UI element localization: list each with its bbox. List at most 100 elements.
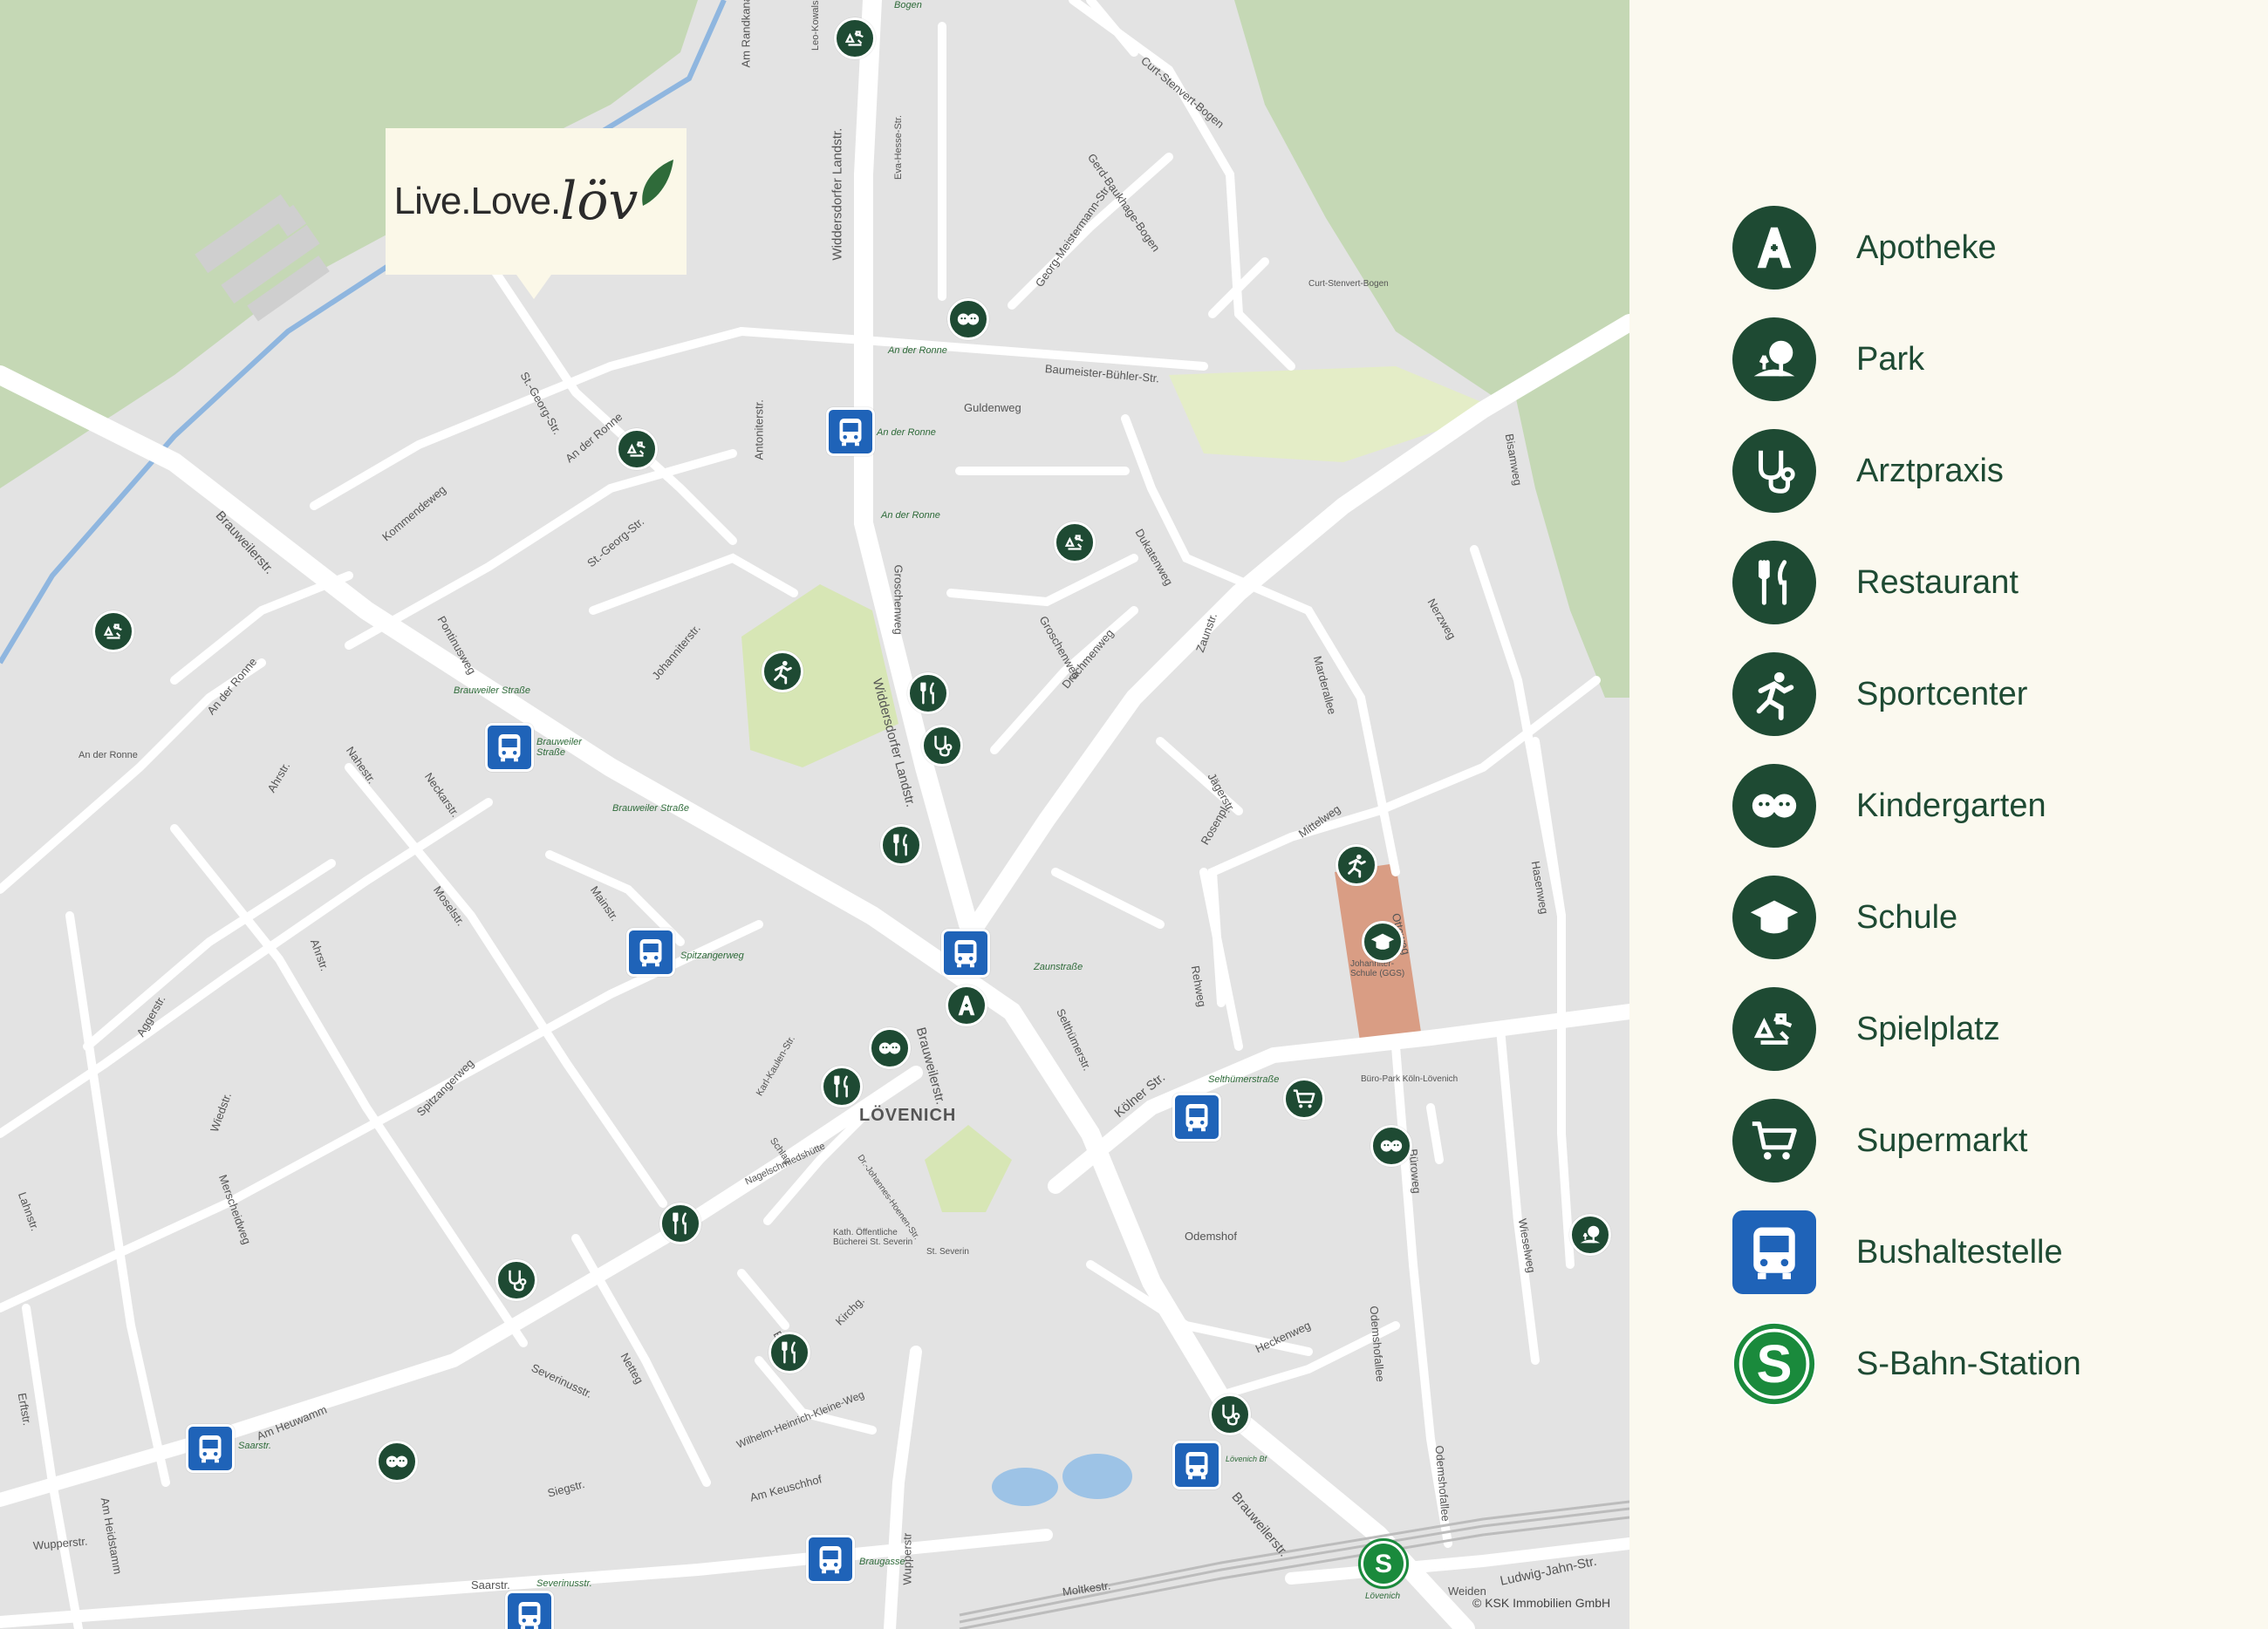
kindergarten-marker[interactable] bbox=[947, 298, 989, 340]
street-label: Bogen bbox=[894, 0, 922, 10]
playground-marker[interactable] bbox=[616, 428, 658, 470]
children-icon bbox=[386, 1455, 408, 1468]
bus-icon bbox=[1732, 1210, 1816, 1294]
bus-icon bbox=[839, 419, 862, 446]
logo-text: Live.Love. bbox=[393, 180, 562, 222]
supermarkt-marker[interactable] bbox=[1283, 1078, 1325, 1120]
cutlery-icon bbox=[834, 1075, 848, 1098]
stop-label: Brauweiler Straße bbox=[454, 685, 531, 696]
green-strip-middle bbox=[925, 1125, 1012, 1212]
street-label: Eva-Hesse-Str. bbox=[893, 115, 904, 180]
kindergarten-marker[interactable] bbox=[869, 1027, 911, 1069]
bus-stop-marker[interactable] bbox=[186, 1424, 235, 1473]
bus-icon bbox=[199, 1435, 222, 1463]
runner-icon bbox=[774, 660, 792, 685]
bus-icon bbox=[1185, 1452, 1208, 1480]
sbahn-station-marker[interactable]: S bbox=[1358, 1538, 1409, 1589]
bus-stop-marker[interactable] bbox=[1172, 1441, 1221, 1489]
legend-label: Kindergarten bbox=[1856, 787, 2046, 824]
graduation-cap-icon bbox=[1732, 876, 1816, 959]
pond-2 bbox=[1062, 1454, 1132, 1499]
kindergarten-marker[interactable] bbox=[376, 1441, 418, 1482]
legend-label: Spielplatz bbox=[1856, 1010, 2000, 1047]
pharmacy-icon bbox=[1732, 206, 1816, 290]
sbahn-icon: S bbox=[1363, 1544, 1404, 1584]
stop-label: Spitzangerweg bbox=[680, 951, 744, 961]
bus-stop-marker[interactable] bbox=[941, 929, 990, 978]
legend-item-apotheke: Apotheke bbox=[1732, 206, 1997, 290]
children-icon bbox=[878, 1042, 901, 1054]
sportcenter-marker[interactable] bbox=[1336, 844, 1377, 886]
restaurant-marker[interactable] bbox=[659, 1203, 701, 1244]
legend-item-schule: Schule bbox=[1732, 876, 1957, 959]
playground-icon bbox=[844, 31, 864, 46]
legend-item-park: Park bbox=[1732, 317, 1924, 401]
legend-label: Restaurant bbox=[1856, 563, 2019, 601]
stop-label: Braugasse bbox=[859, 1557, 905, 1567]
kindergarten-marker[interactable] bbox=[1370, 1125, 1412, 1167]
stop-label: Brauweiler Straße bbox=[536, 737, 582, 758]
cutlery-icon bbox=[673, 1212, 687, 1235]
schule-marker[interactable] bbox=[1362, 921, 1404, 963]
legend-item-bushaltestelle: Bushaltestelle bbox=[1732, 1210, 2063, 1294]
street-label: Groschenweg bbox=[891, 564, 905, 635]
playground-icon bbox=[103, 624, 122, 639]
bus-stop-marker[interactable] bbox=[1172, 1093, 1221, 1142]
restaurant-marker[interactable] bbox=[769, 1332, 810, 1373]
railway bbox=[959, 1500, 1629, 1629]
bus-stop-marker[interactable] bbox=[485, 723, 534, 772]
stop-label: An der Ronne bbox=[888, 345, 947, 356]
playground-marker[interactable] bbox=[92, 610, 134, 652]
street-label: Büro-Park Köln-Lövenich bbox=[1361, 1074, 1458, 1084]
legend-item-restaurant: Restaurant bbox=[1732, 541, 2019, 624]
shopping-cart-icon bbox=[1293, 1089, 1315, 1108]
cutlery-icon bbox=[782, 1341, 796, 1364]
sbahn-icon: S bbox=[1732, 1322, 1816, 1406]
children-icon bbox=[1732, 764, 1816, 848]
cutlery-icon bbox=[920, 682, 934, 705]
restaurant-marker[interactable] bbox=[880, 824, 922, 866]
sportcenter-marker[interactable] bbox=[762, 651, 803, 692]
stethoscope-icon bbox=[1732, 429, 1816, 513]
street-label: Saarstr. bbox=[471, 1578, 510, 1592]
shopping-cart-icon bbox=[1732, 1099, 1816, 1183]
arztpraxis-marker[interactable] bbox=[921, 725, 963, 767]
library-label: Kath. Öffentliche Bücherei St. Severin bbox=[833, 1228, 913, 1247]
playground-marker[interactable] bbox=[1054, 521, 1096, 563]
map-canvas[interactable]: Live.Love. löv Am Randkanal Leo-Kowalski-… bbox=[0, 0, 1629, 1629]
bus-icon bbox=[518, 1602, 541, 1629]
legend-item-arztpraxis: Arztpraxis bbox=[1732, 429, 2004, 513]
street-label: Curt-Stenvert-Bogen bbox=[1308, 279, 1389, 289]
stethoscope-icon bbox=[1222, 1404, 1240, 1426]
bus-stop-marker[interactable] bbox=[826, 407, 875, 456]
stethoscope-icon bbox=[509, 1270, 527, 1292]
stop-label: Saarstr. bbox=[238, 1441, 272, 1451]
apotheke-marker[interactable] bbox=[946, 985, 987, 1026]
playground-icon bbox=[1064, 535, 1083, 550]
park-icon bbox=[1732, 317, 1816, 401]
stop-label: An der Ronne bbox=[877, 427, 936, 438]
bus-stop-marker[interactable] bbox=[505, 1591, 554, 1629]
pond-1 bbox=[992, 1468, 1058, 1506]
park-marker[interactable] bbox=[1569, 1214, 1611, 1256]
map-base bbox=[0, 0, 1629, 1629]
restaurant-marker[interactable] bbox=[821, 1066, 863, 1108]
playground-icon bbox=[626, 441, 646, 457]
legend-item-spielplatz: Spielplatz bbox=[1732, 987, 2000, 1071]
cutlery-icon bbox=[1732, 541, 1816, 624]
arztpraxis-marker[interactable] bbox=[1209, 1394, 1251, 1435]
bus-stop-marker[interactable] bbox=[806, 1535, 855, 1584]
stop-label: Lövenich bbox=[1365, 1592, 1401, 1601]
bus-stop-marker[interactable] bbox=[626, 928, 675, 977]
restaurant-marker[interactable] bbox=[907, 672, 949, 714]
graduation-cap-icon bbox=[1370, 933, 1395, 950]
bus-icon bbox=[819, 1546, 842, 1574]
street-label: Antoniterstr. bbox=[752, 399, 766, 460]
legend-label: Bushaltestelle bbox=[1856, 1233, 2063, 1271]
legend-item-sportcenter: Sportcenter bbox=[1732, 652, 2027, 736]
cutlery-icon bbox=[893, 834, 907, 856]
street-label: Leo-Kowalski-Str. bbox=[810, 0, 821, 51]
playground-marker[interactable] bbox=[834, 17, 876, 59]
arztpraxis-marker[interactable] bbox=[495, 1259, 537, 1301]
street-label: Widdersdorfer Landstr. bbox=[830, 127, 845, 261]
